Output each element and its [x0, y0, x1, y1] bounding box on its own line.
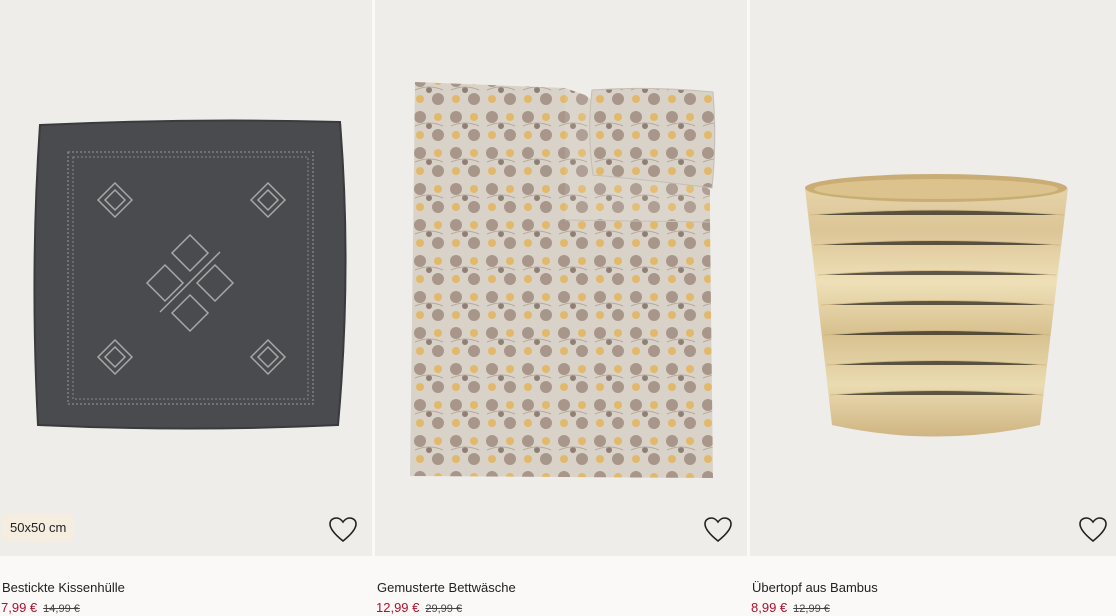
product-title[interactable]: Bestickte Kissenhülle	[2, 580, 125, 595]
size-badge: 50x50 cm	[2, 514, 75, 542]
product-title[interactable]: Übertopf aus Bambus	[752, 580, 878, 595]
product-title[interactable]: Gemusterte Bettwäsche	[377, 580, 516, 595]
product-image[interactable]	[750, 0, 1116, 556]
product-card[interactable]: Gemusterte Bettwäsche 12,99 € 29,99 €	[375, 0, 747, 616]
product-image[interactable]: 50x50 cm	[0, 0, 372, 556]
original-price: 14,99 €	[43, 603, 80, 615]
product-grid: 50x50 cm Bestickte Kissenhülle 7,99 € 14,…	[0, 0, 1116, 616]
price-row: 7,99 € 14,99 €	[1, 600, 80, 615]
price-row: 12,99 € 29,99 €	[376, 600, 462, 615]
heart-outline-icon[interactable]	[703, 516, 733, 544]
price-row: 8,99 € 12,99 €	[751, 600, 830, 615]
product-card[interactable]: Übertopf aus Bambus 8,99 € 12,99 €	[750, 0, 1116, 616]
heart-outline-icon[interactable]	[1078, 516, 1108, 544]
original-price: 12,99 €	[793, 603, 830, 615]
product-image[interactable]	[375, 0, 747, 556]
heart-outline-icon[interactable]	[328, 516, 358, 544]
sale-price: 7,99 €	[1, 600, 38, 615]
product-card[interactable]: 50x50 cm Bestickte Kissenhülle 7,99 € 14,…	[0, 0, 372, 616]
sale-price: 12,99 €	[376, 600, 420, 615]
sale-price: 8,99 €	[751, 600, 788, 615]
original-price: 29,99 €	[425, 603, 463, 615]
